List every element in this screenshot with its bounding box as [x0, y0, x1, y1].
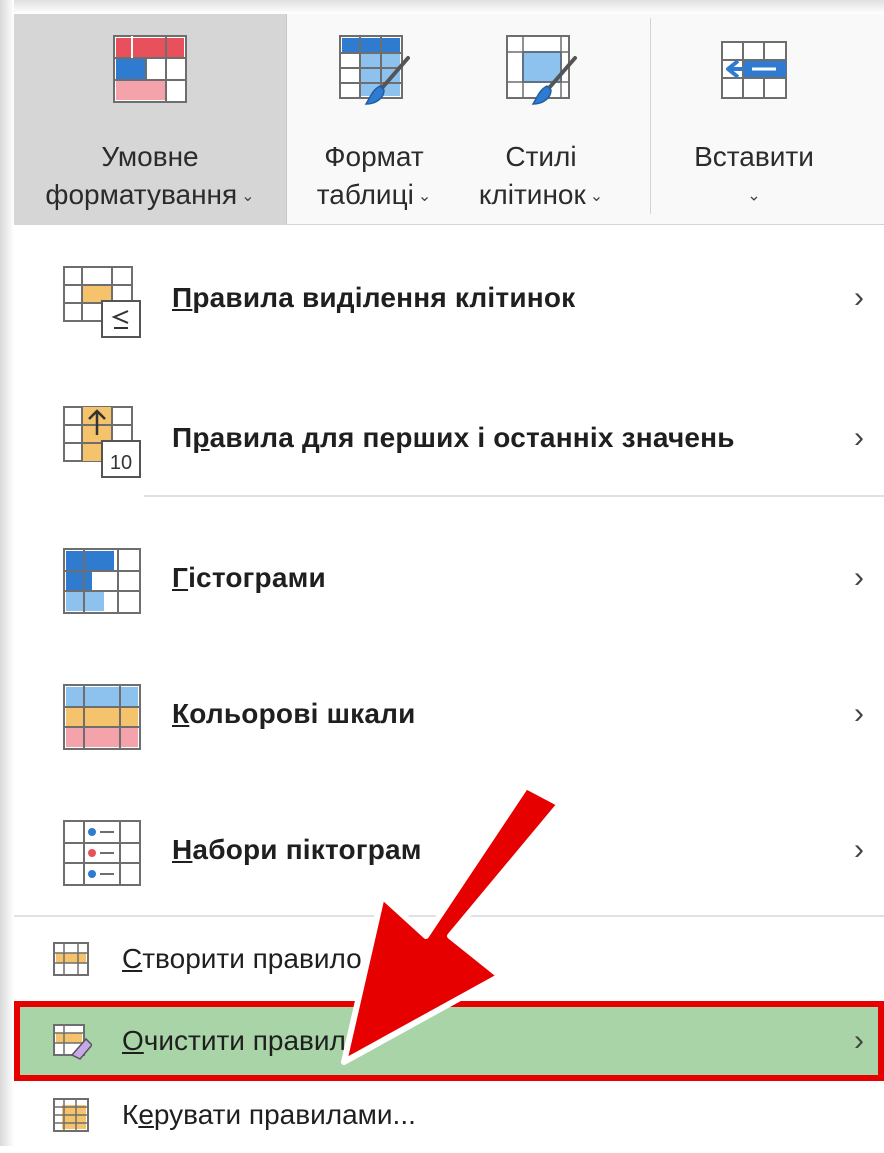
- chevron-right-icon: ›: [854, 421, 864, 454]
- label-text: равила виділення клітинок: [192, 282, 576, 313]
- label-text: ольорові шкали: [189, 698, 416, 729]
- label-text: абори піктограм: [192, 834, 422, 865]
- clear-rules-icon: [53, 1024, 92, 1060]
- mnemonic-letter: Н: [172, 834, 193, 865]
- chevron-down-icon: ⌄: [589, 187, 604, 205]
- label-text: авила для перших і останніх значень: [209, 422, 735, 453]
- menu-item-icon-sets-label: Набори піктограм: [172, 785, 422, 915]
- cell-styles-icon: [506, 35, 577, 105]
- new-rule-icon: [53, 942, 89, 976]
- menu-item-new-rule-label: Створити правило...: [122, 921, 385, 997]
- menu-item-color-scales[interactable]: Кольорові шкали ›: [14, 649, 884, 779]
- conditional-formatting-label-line2: форматування: [45, 179, 238, 210]
- insert-cells-icon: [721, 41, 787, 99]
- mnemonic-letter: П: [172, 282, 193, 313]
- top-bottom-number: 10: [110, 452, 132, 474]
- window-shadow-top: [0, 0, 884, 14]
- chevron-down-icon: ⌄: [747, 187, 761, 205]
- label-text: істограми: [188, 562, 326, 593]
- menu-item-color-scales-label: Кольорові шкали: [172, 649, 416, 779]
- data-bars-icon: [63, 548, 141, 614]
- format-table-icon: [339, 35, 410, 105]
- format-table-label-line2: таблиці: [316, 179, 414, 210]
- menu-item-top-bottom-rules-label: Пр авила для перших і останніх значень: [172, 373, 735, 503]
- menu-item-top-bottom-rules[interactable]: 10 Пр авила для перших і останніх значень…: [14, 373, 884, 503]
- menu-item-new-rule[interactable]: Створити правило...: [14, 921, 884, 997]
- mnemonic-letter: р: [192, 422, 210, 453]
- insert-label: Вставити: [694, 141, 814, 172]
- menu-separator: [14, 915, 884, 917]
- ribbon-separator: [650, 18, 651, 214]
- mnemonic-letter: Г: [172, 562, 189, 593]
- color-scales-icon: [63, 684, 141, 750]
- menu-item-manage-rules-label: Ке рувати правилами...: [122, 1077, 416, 1153]
- insert-cells-button[interactable]: Вставити ⌄: [664, 14, 844, 224]
- cell-styles-label-line2: клітинок: [478, 179, 586, 210]
- menu-item-clear-rules[interactable]: Очистити правила ›: [14, 1001, 884, 1081]
- icon-sets-icon: [63, 820, 141, 886]
- conditional-formatting-label-line1: Умовне: [101, 141, 199, 172]
- menu-separator: [144, 495, 884, 497]
- chevron-right-icon: ›: [854, 697, 864, 730]
- label-text: рувати правилами...: [153, 1099, 416, 1130]
- menu-item-icon-sets[interactable]: Набори піктограм ›: [14, 785, 884, 915]
- label-text: П: [172, 422, 193, 453]
- ribbon-styles-group: Умовне форматування ⌄ Формат таблиці ⌄ С…: [14, 14, 884, 224]
- conditional-formatting-menu: Правила виділення клітинок › 10 Пр авила …: [14, 224, 884, 1147]
- mnemonic-letter: О: [122, 1025, 144, 1056]
- cell-styles-button[interactable]: Стилі клітинок ⌄: [458, 14, 624, 224]
- excel-window: Умовне форматування ⌄ Формат таблиці ⌄ С…: [0, 0, 884, 1147]
- label-text: К: [122, 1099, 139, 1130]
- label-text: творити правило...: [142, 943, 386, 974]
- menu-item-highlight-cells-rules[interactable]: Правила виділення клітинок ›: [14, 233, 884, 363]
- chevron-down-icon: ⌄: [417, 187, 432, 205]
- conditional-formatting-icon: [113, 35, 187, 103]
- menu-item-data-bars[interactable]: Гістограми ›: [14, 513, 884, 643]
- mnemonic-letter: С: [122, 943, 143, 974]
- chevron-right-icon: ›: [854, 833, 864, 866]
- chevron-right-icon: ›: [854, 1024, 864, 1057]
- chevron-right-icon: ›: [854, 561, 864, 594]
- manage-rules-icon: [53, 1098, 89, 1132]
- mnemonic-letter: е: [138, 1099, 154, 1130]
- label-text: чистити правила: [143, 1025, 362, 1056]
- menu-item-data-bars-label: Гістограми: [172, 513, 326, 643]
- chevron-down-icon: ⌄: [241, 187, 255, 205]
- mnemonic-letter: К: [172, 698, 190, 729]
- format-table-label-line1: Формат: [324, 141, 424, 172]
- menu-item-clear-rules-label: Очистити правила: [122, 1007, 361, 1075]
- menu-item-highlight-cells-rules-label: Правила виділення клітинок: [172, 233, 575, 363]
- top-bottom-rules-icon: 10: [63, 406, 141, 478]
- cell-styles-label-line1: Стилі: [505, 141, 577, 172]
- menu-item-manage-rules[interactable]: Ке рувати правилами...: [14, 1077, 884, 1153]
- conditional-formatting-button[interactable]: Умовне форматування ⌄: [14, 14, 287, 224]
- highlight-cells-rules-icon: [63, 266, 141, 338]
- format-table-button[interactable]: Формат таблиці ⌄: [290, 14, 458, 224]
- window-shadow-left: [0, 0, 14, 1146]
- chevron-right-icon: ›: [854, 281, 864, 314]
